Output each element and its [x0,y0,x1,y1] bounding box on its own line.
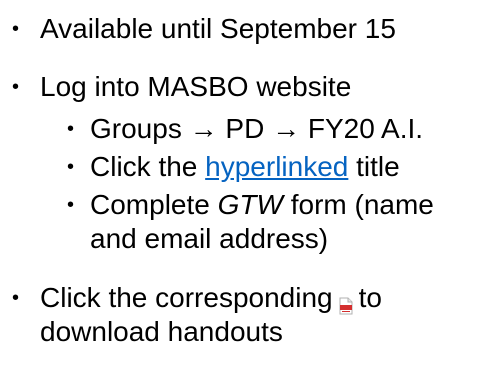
path-pd: PD [217,113,273,144]
slide: • Available until September 15 • Log int… [0,0,500,369]
bullet-marker: • [67,194,75,216]
bullet-log-into-masbo: Log into MASBO website [40,71,352,102]
bullet-marker: • [12,76,20,98]
bullet-download-handouts: download handouts [40,316,283,347]
bullet-marker: • [12,287,20,309]
path-fy20: FY20 A.I. [300,113,424,144]
hyperlinked-link[interactable]: hyperlinked [205,151,348,182]
arrow-right-icon: → [189,113,218,144]
bullet-marker: • [67,118,75,140]
text-to: to [358,282,382,313]
text-form-name: form (name [282,189,434,220]
sub-bullet-click-hyperlinked: Click the hyperlinked title [90,150,400,184]
sub-bullet-complete-gtw-line2: and email address) [90,223,329,254]
bullet-marker: • [12,18,20,40]
text-click-the: Click the [90,151,206,182]
bullet-available-until: Available until September 15 [40,13,396,44]
pdf-file-icon[interactable] [339,289,353,315]
sub-bullet-complete-gtw: Complete GTW form (name [90,188,434,222]
text-title: title [348,151,400,182]
path-groups: Groups [90,113,190,144]
text-complete: Complete [90,189,218,220]
text-gtw: GTW [217,189,283,220]
text-click-corresponding: Click the corresponding [40,282,333,313]
bullet-click-corresponding: Click the corresponding to [40,281,382,315]
bullet-marker: • [67,156,75,178]
sub-bullet-groups-path: Groups → PD → FY20 A.I. [90,112,423,146]
arrow-right-icon: → [272,113,301,144]
